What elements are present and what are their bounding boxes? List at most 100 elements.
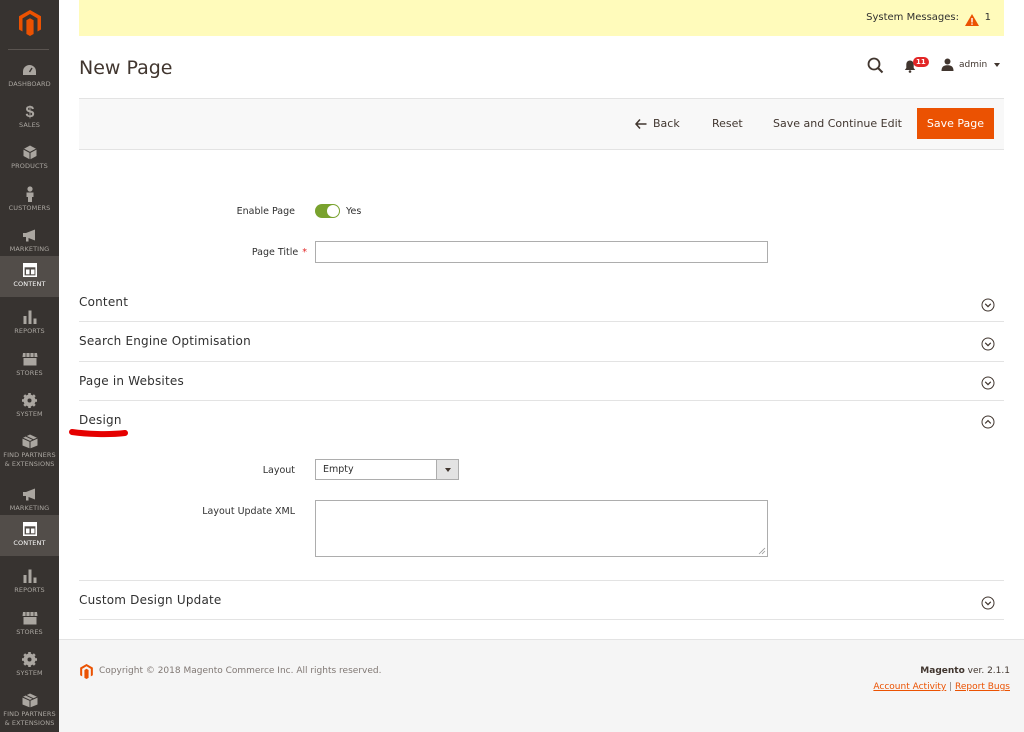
sidebar-item-label: STORES [16, 369, 43, 377]
section-seo-title: Search Engine Optimisation [79, 334, 251, 348]
section-websites[interactable]: Page in Websites [79, 362, 1004, 401]
warning-icon[interactable] [965, 11, 979, 30]
account-activity-link[interactable]: Account Activity [873, 682, 946, 692]
section-custom-design[interactable]: Custom Design Update [79, 581, 1004, 620]
bar-chart-icon [23, 308, 37, 326]
report-bugs-link[interactable]: Report Bugs [955, 682, 1010, 692]
notification-badge[interactable]: 11 [913, 57, 929, 67]
sidebar-item-label: SYSTEM [16, 669, 43, 677]
save-and-continue-button[interactable]: Save and Continue Edit [773, 117, 902, 130]
search-icon[interactable] [867, 57, 884, 78]
sidebar-item-label: SYSTEM [16, 410, 43, 418]
chevron-down-icon [981, 297, 995, 316]
sidebar-item-content[interactable]: CONTENT [0, 256, 59, 297]
sidebar-item-marketing[interactable]: MARKETING [0, 221, 59, 256]
sidebar-item-stores[interactable]: STORES [0, 604, 59, 645]
dashboard-icon [22, 61, 37, 79]
sidebar-item-stores[interactable]: STORES [0, 345, 59, 386]
store-icon [22, 609, 38, 627]
sidebar-item-label: PRODUCTS [11, 162, 48, 170]
sidebar-item-content[interactable]: CONTENT [0, 515, 59, 556]
section-content[interactable]: Content [79, 283, 1004, 322]
magento-logo-small [80, 664, 93, 683]
sidebar-item-label: MARKETING [9, 245, 50, 253]
brand-name: Magento [920, 666, 965, 676]
chevron-up-icon [981, 414, 995, 433]
sidebar-item-label: FIND PARTNERS & EXTENSIONS [3, 451, 56, 468]
sidebar-item-label: SALES [18, 121, 41, 129]
gear-icon [22, 650, 37, 668]
system-messages-count[interactable]: 1 [985, 12, 991, 23]
chevron-down-icon [994, 62, 1001, 67]
svg-text:$: $ [25, 104, 34, 119]
sidebar-item-label: MARKETING [9, 504, 50, 512]
layout-label: Layout [262, 465, 295, 476]
box-icon [21, 432, 38, 450]
layout-select[interactable]: Empty [315, 459, 459, 480]
sidebar-item-label: REPORTS [14, 586, 45, 594]
sidebar-item-label: CONTENT [13, 280, 46, 288]
back-label: Back [653, 117, 680, 130]
page-title-input[interactable] [315, 241, 768, 263]
sidebar-item-customers[interactable]: CUSTOMERS [0, 180, 59, 221]
sidebar-item-system[interactable]: SYSTEM [0, 386, 59, 427]
sidebar-item-marketing[interactable]: MARKETING [0, 480, 59, 515]
layout-select-value: Empty [323, 464, 354, 475]
layout-icon [22, 520, 37, 538]
user-name: admin [959, 59, 988, 70]
version-text: Magento ver. 2.1.1 [920, 666, 1010, 676]
chevron-down-icon [981, 595, 995, 614]
bar-chart-icon [23, 567, 37, 585]
resize-grip-icon[interactable] [758, 547, 766, 555]
layout-update-xml-label: Layout Update XML [202, 506, 295, 517]
system-messages-label[interactable]: System Messages: [866, 12, 959, 23]
sidebar-item-find-partners-extensions[interactable]: FIND PARTNERS & EXTENSIONS [0, 686, 59, 732]
layout-icon [22, 261, 37, 279]
page-title: New Page [79, 57, 173, 79]
section-websites-title: Page in Websites [79, 374, 184, 388]
user-icon [941, 58, 954, 71]
arrow-left-icon [635, 118, 647, 129]
chevron-down-icon [436, 460, 458, 479]
link-separator: | [946, 682, 956, 692]
back-button[interactable]: Back [635, 117, 680, 130]
section-design-title: Design [79, 413, 122, 427]
enable-page-toggle[interactable] [315, 204, 340, 218]
sidebar-item-reports[interactable]: REPORTS [0, 303, 59, 344]
box-icon [21, 691, 38, 709]
megaphone-icon [22, 226, 38, 244]
footer-links: Account Activity | Report Bugs [873, 682, 1010, 692]
enable-page-label: Enable Page [236, 206, 295, 217]
person-icon [25, 185, 35, 203]
gear-icon [22, 391, 37, 409]
sidebar-item-products[interactable]: PRODUCTS [0, 138, 59, 179]
cube-icon [22, 143, 37, 161]
sidebar-item-find-partners-extensions[interactable]: FIND PARTNERS & EXTENSIONS [0, 427, 59, 473]
required-mark: * [302, 247, 307, 258]
chevron-down-icon [981, 336, 995, 355]
sidebar-item-sales[interactable]: $ SALES [0, 97, 59, 138]
layout-update-xml-textarea[interactable] [315, 500, 768, 557]
chevron-down-icon [981, 375, 995, 394]
magento-logo[interactable] [0, 0, 59, 46]
sidebar-item-dashboard[interactable]: DASHBOARD [0, 56, 59, 97]
reset-button[interactable]: Reset [712, 117, 743, 130]
sidebar-item-system[interactable]: SYSTEM [0, 645, 59, 686]
section-seo[interactable]: Search Engine Optimisation [79, 322, 1004, 362]
system-messages-bar: System Messages: 1 [79, 0, 1004, 36]
enable-page-value: Yes [346, 206, 362, 217]
copyright-text: Copyright © 2018 Magento Commerce Inc. A… [99, 666, 382, 676]
page-title-label: Page Title * [200, 247, 307, 258]
sidebar-item-label: DASHBOARD [8, 80, 51, 88]
sidebar-item-reports[interactable]: REPORTS [0, 562, 59, 603]
megaphone-icon [22, 485, 38, 503]
store-icon [22, 350, 38, 368]
sidebar-item-label: STORES [16, 628, 43, 636]
section-custom-design-title: Custom Design Update [79, 593, 222, 607]
version-number: ver. 2.1.1 [964, 666, 1010, 676]
sidebar-item-label: CONTENT [13, 539, 46, 547]
section-content-title: Content [79, 295, 129, 309]
save-page-button[interactable]: Save Page [917, 108, 994, 139]
user-menu[interactable]: admin [941, 58, 1001, 71]
sidebar-item-label: REPORTS [14, 327, 45, 335]
